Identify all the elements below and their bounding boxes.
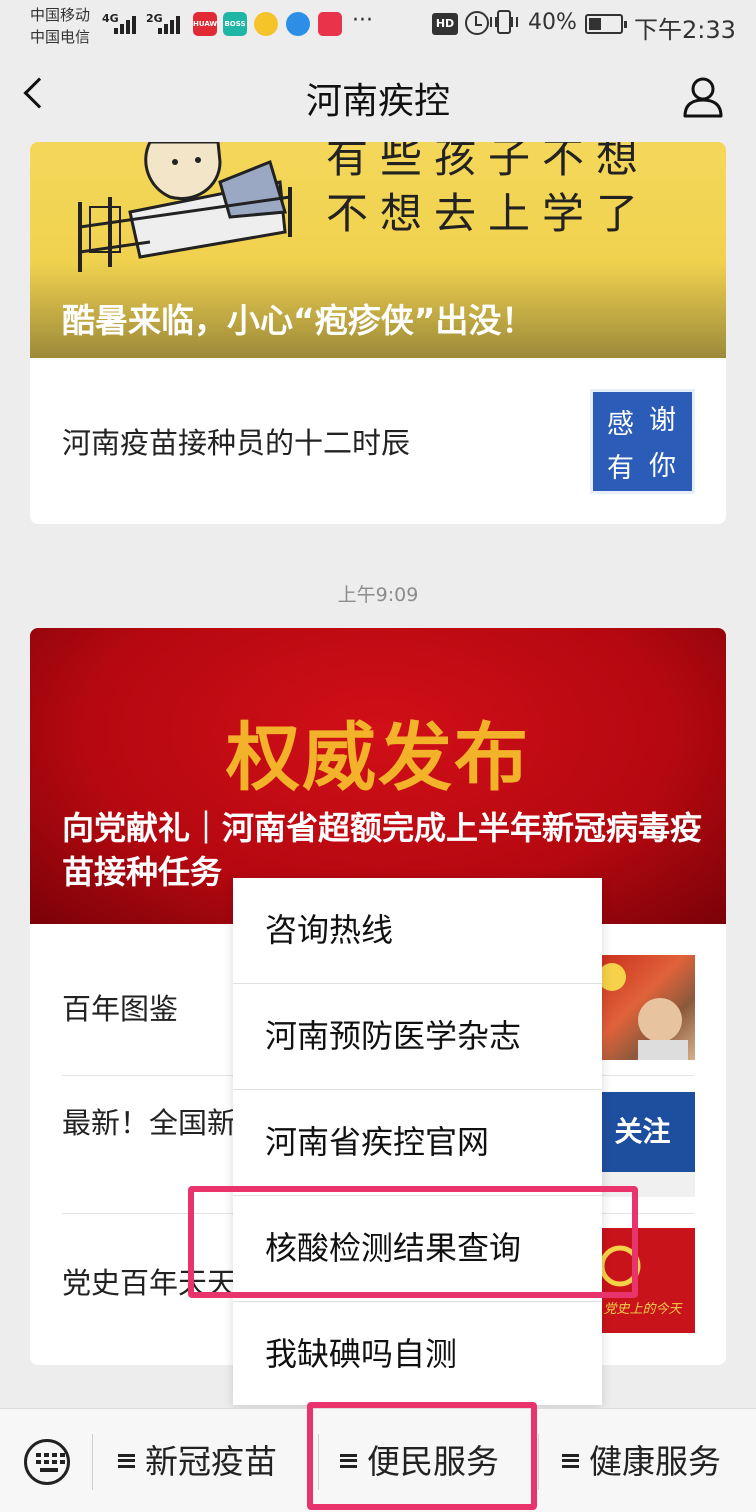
status-time: 下午2:33 (634, 16, 736, 44)
tab-convenience-services[interactable]: 便民服务 (340, 1439, 499, 1485)
banner-text-top: 有些孩子不想 (326, 142, 651, 182)
article-card: 有些孩子不想 不想去上学了 酷暑来临，小心“疱疹侠”出没！ 河南疫苗接种员的十二… (30, 142, 726, 524)
thumb-label: 关注 (614, 1115, 671, 1148)
banner-big-title: 权威发布 (226, 715, 530, 801)
more-notifications-icon: ··· (352, 8, 373, 33)
tab-label: 健康服务 (589, 1442, 721, 1481)
menu-item-journal[interactable]: 河南预防医学杂志 (233, 984, 602, 1089)
tab-label: 便民服务 (367, 1442, 499, 1481)
thumb-char: 谢 (649, 405, 676, 436)
article-thumbnail[interactable]: 关注 (590, 1092, 695, 1197)
carrier-names: 中国移动 中国电信 (30, 4, 90, 48)
menu-icon (118, 1453, 135, 1468)
reader-icon (318, 12, 342, 36)
battery-icon (585, 14, 627, 34)
qq-browser-icon (254, 12, 278, 36)
tab-health-services[interactable]: 健康服务 (562, 1439, 721, 1485)
menu-item-hotline[interactable]: 咨询热线 (233, 878, 602, 983)
banner-headline: 酷暑来临，小心“疱疹侠”出没！ (62, 301, 535, 340)
boss-zhipin-icon: BOSS (223, 12, 247, 36)
article-title[interactable]: 河南疫苗接种员的十二时辰 (62, 420, 410, 466)
vibrate-icon (490, 10, 518, 34)
divider (92, 1434, 93, 1490)
signal-icon (158, 14, 184, 34)
menu-icon (562, 1453, 579, 1468)
carrier-1: 中国移动 (30, 6, 91, 24)
huawei-icon: HUAWEI (193, 12, 217, 36)
carrier-2: 中国电信 (30, 28, 91, 46)
article-thumbnail[interactable]: 感 谢 有 你 (590, 389, 695, 494)
banner-text-bottom: 不想去上学了 (326, 189, 651, 238)
keyboard-icon[interactable] (24, 1439, 70, 1485)
article-thumbnail[interactable] (590, 955, 695, 1060)
menu-item-official-site[interactable]: 河南省疾控官网 (233, 1090, 602, 1195)
status-bar: 中国移动 中国电信 4G 2G HUAWEI BOSS ··· HD 40% 下… (0, 0, 756, 52)
battery-level (589, 18, 601, 30)
menu-icon (340, 1453, 357, 1468)
alarm-icon (465, 11, 489, 35)
party-emblem-icon (598, 963, 688, 1060)
hd-voice-icon: HD (432, 13, 458, 35)
party-emblem-icon (599, 1245, 641, 1287)
tab-label: 新冠疫苗 (145, 1442, 277, 1481)
bottom-menu-bar: 新冠疫苗 便民服务 健康服务 (0, 1408, 756, 1512)
service-popup-menu: 咨询热线 河南预防医学杂志 河南省疾控官网 核酸检测结果查询 我缺碘吗自测 (233, 878, 602, 1405)
battery-percent: 40% (528, 10, 577, 35)
thumb-char: 有 (607, 453, 634, 484)
tab-covid-vaccine[interactable]: 新冠疫苗 (118, 1439, 277, 1485)
thumb-char: 你 (649, 451, 676, 482)
nav-header: 河南疾控 (0, 52, 756, 142)
thumb-label: 党史上的今天 (603, 1302, 682, 1317)
divider (538, 1434, 539, 1490)
divider (318, 1434, 319, 1490)
signal-icon (114, 14, 140, 34)
thumb-char: 感 (607, 409, 634, 440)
menu-item-iodine-test[interactable]: 我缺碘吗自测 (233, 1302, 602, 1407)
menu-item-nucleic-acid-query[interactable]: 核酸检测结果查询 (233, 1196, 602, 1301)
message-timestamp: 上午9:09 (337, 584, 419, 606)
profile-icon[interactable] (680, 74, 726, 120)
page-title: 河南疾控 (305, 81, 450, 122)
browser-icon (286, 12, 310, 36)
cartoon-illustration (78, 142, 292, 272)
article-banner[interactable]: 有些孩子不想 不想去上学了 酷暑来临，小心“疱疹侠”出没！ (30, 142, 726, 358)
article-thumbnail[interactable]: 党史上的今天 (590, 1228, 695, 1333)
